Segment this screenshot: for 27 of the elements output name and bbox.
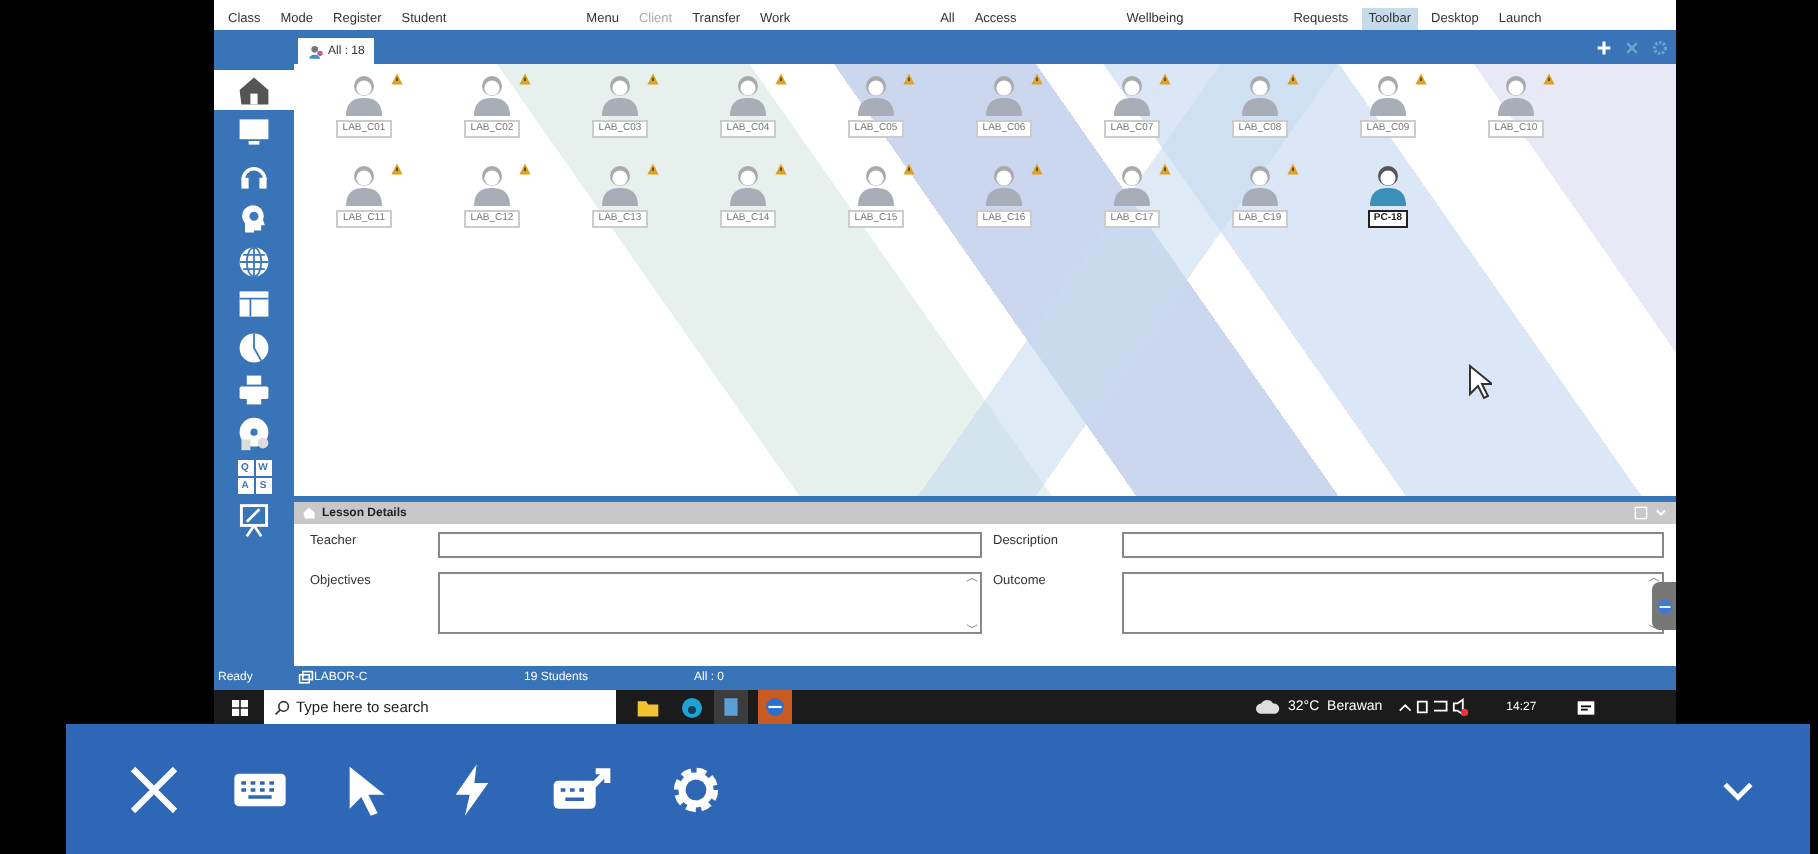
printer-icon[interactable]: [236, 372, 272, 409]
whiteboard-icon[interactable]: [236, 501, 272, 538]
scrollbar-icon: [1646, 574, 1662, 632]
monitor-icon[interactable]: [236, 114, 272, 151]
notification-icon[interactable]: [1576, 697, 1597, 717]
cloud-icon: [1256, 698, 1280, 716]
mouse-pointer-icon: [1468, 364, 1492, 400]
app-icon[interactable]: [714, 690, 748, 724]
text-field[interactable]: [438, 532, 981, 558]
home-icon: [302, 506, 316, 520]
table-icon[interactable]: [236, 286, 272, 323]
search-icon: [274, 699, 290, 715]
text-area[interactable]: [1121, 572, 1664, 634]
browser-icon[interactable]: [680, 695, 704, 719]
pie-chart-icon[interactable]: [236, 329, 272, 366]
scrollbar-icon: [963, 574, 979, 632]
computers-icon: [298, 670, 314, 686]
windows-logo-icon[interactable]: [232, 699, 248, 715]
text-area[interactable]: [438, 572, 981, 634]
globe-icon[interactable]: [236, 243, 272, 280]
disc-icon[interactable]: [236, 415, 272, 452]
add-icon[interactable]: [1596, 39, 1612, 55]
remote-app-icon[interactable]: [758, 690, 792, 724]
people-icon: [308, 43, 324, 59]
student-icon[interactable]: [1366, 162, 1410, 206]
text-field[interactable]: [1121, 532, 1664, 558]
folder-icon[interactable]: [636, 695, 660, 719]
